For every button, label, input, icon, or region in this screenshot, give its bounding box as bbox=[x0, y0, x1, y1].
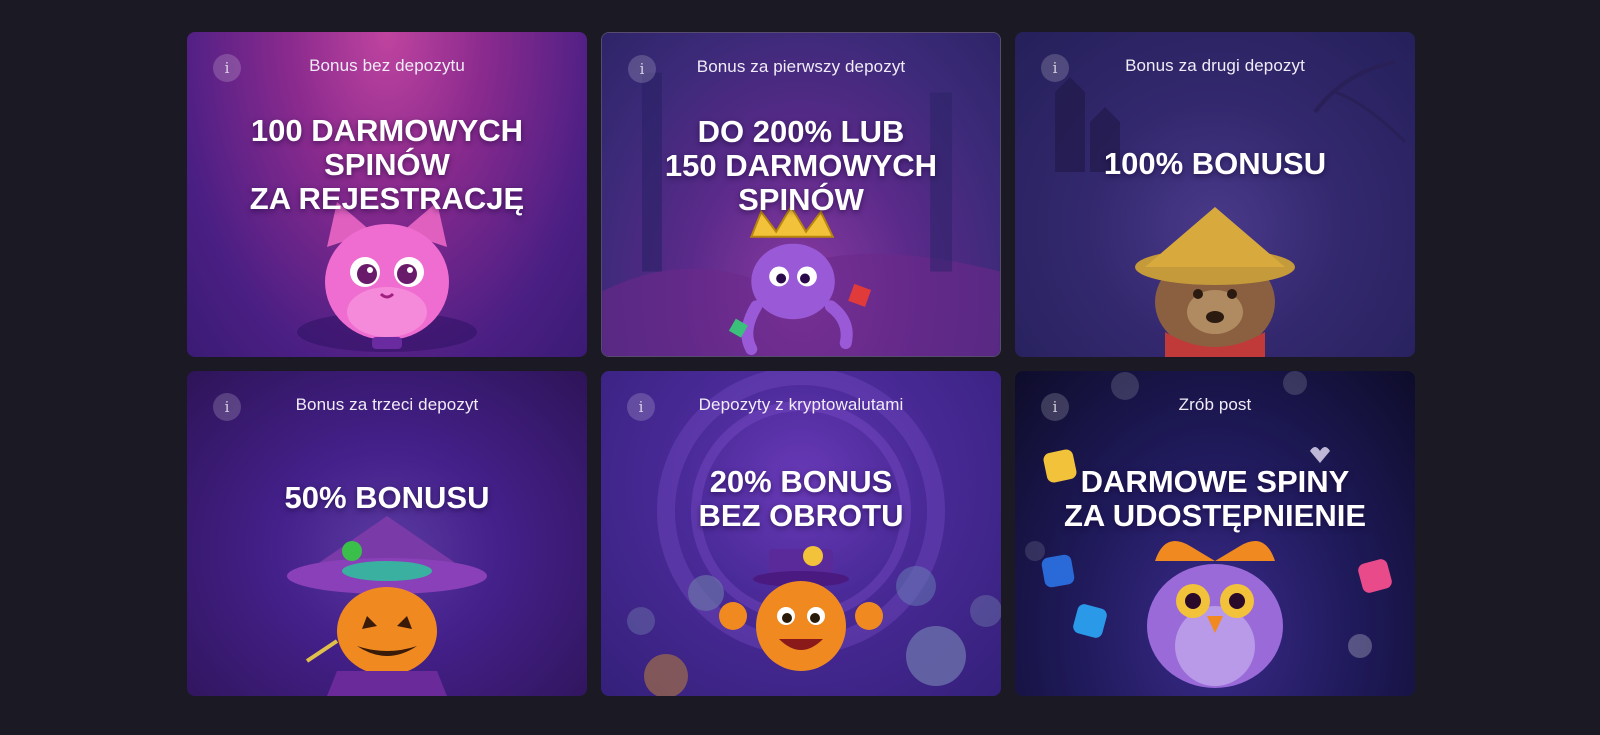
card-headline: 50% BONUSU bbox=[187, 481, 587, 515]
headline-line: DARMOWE SPINY bbox=[1080, 464, 1350, 499]
purple-owl-illustration bbox=[1025, 371, 1392, 688]
card-label: Bonus bez depozytu bbox=[309, 56, 465, 75]
headline-line: BEZ OBROTU bbox=[698, 498, 904, 533]
bonus-card-share-post[interactable]: i Zrób post DARMOWE SPINY ZA UDOSTĘPNIEN… bbox=[1015, 371, 1415, 696]
bonus-card-first-deposit[interactable]: i Bonus za pierwszy depozyt DO 200% LUB … bbox=[601, 32, 1001, 357]
headline-line: DO 200% LUB bbox=[697, 114, 905, 149]
globe-icon bbox=[1348, 634, 1372, 658]
bonus-grid: i Bonus bez depozytu 100 DARMOWYCH SPINÓ… bbox=[187, 32, 1415, 696]
headline-line: 150 DARMOWYCH bbox=[664, 148, 938, 183]
bonus-card-crypto-deposit[interactable]: i Depozyty z kryptowalutami 20% BONUS BE… bbox=[601, 371, 1001, 696]
headline-line: 50% BONUSU bbox=[284, 480, 490, 515]
twitter-icon bbox=[1073, 604, 1107, 638]
headline-line: ZA REJESTRACJĘ bbox=[249, 181, 525, 216]
card-label: Bonus za drugi depozyt bbox=[1125, 56, 1305, 75]
headline-line: ZA UDOSTĘPNIENIE bbox=[1064, 498, 1366, 533]
instagram-icon bbox=[1358, 559, 1392, 593]
card-label: Depozyty z kryptowalutami bbox=[698, 395, 904, 414]
card-headline: DARMOWE SPINY ZA UDOSTĘPNIENIE bbox=[1015, 465, 1415, 533]
pumpkin-wizard-illustration bbox=[287, 516, 487, 696]
headline-line: 100% BONUSU bbox=[1103, 146, 1327, 181]
card-label: Zrób post bbox=[1178, 395, 1252, 414]
card-headline: DO 200% LUB 150 DARMOWYCH SPINÓW bbox=[602, 115, 1000, 217]
card-label: Bonus za trzeci depozyt bbox=[295, 395, 479, 414]
bonus-card-third-deposit[interactable]: i Bonus za trzeci depozyt 50% BONUSU bbox=[187, 371, 587, 696]
bonus-card-second-deposit[interactable]: i Bonus za drugi depozyt 100% BONUSU bbox=[1015, 32, 1415, 357]
card-headline: 100% BONUSU bbox=[1015, 147, 1415, 181]
bonus-card-no-deposit[interactable]: i Bonus bez depozytu 100 DARMOWYCH SPINÓ… bbox=[187, 32, 587, 357]
headline-line: 20% BONUS bbox=[709, 464, 893, 499]
card-headline: 20% BONUS BEZ OBROTU bbox=[601, 465, 1001, 533]
headline-line: SPINÓW bbox=[738, 182, 864, 217]
orange-with-top-hat-illustration bbox=[627, 371, 1001, 696]
headline-line: 100 DARMOWYCH bbox=[250, 113, 524, 148]
card-label: Bonus za pierwszy depozyt bbox=[696, 57, 906, 76]
dog-with-straw-hat-illustration bbox=[1055, 60, 1407, 357]
facebook-icon bbox=[1041, 554, 1075, 588]
card-headline: 100 DARMOWYCH SPINÓW ZA REJESTRACJĘ bbox=[187, 114, 587, 216]
headline-line: SPINÓW bbox=[324, 147, 450, 182]
